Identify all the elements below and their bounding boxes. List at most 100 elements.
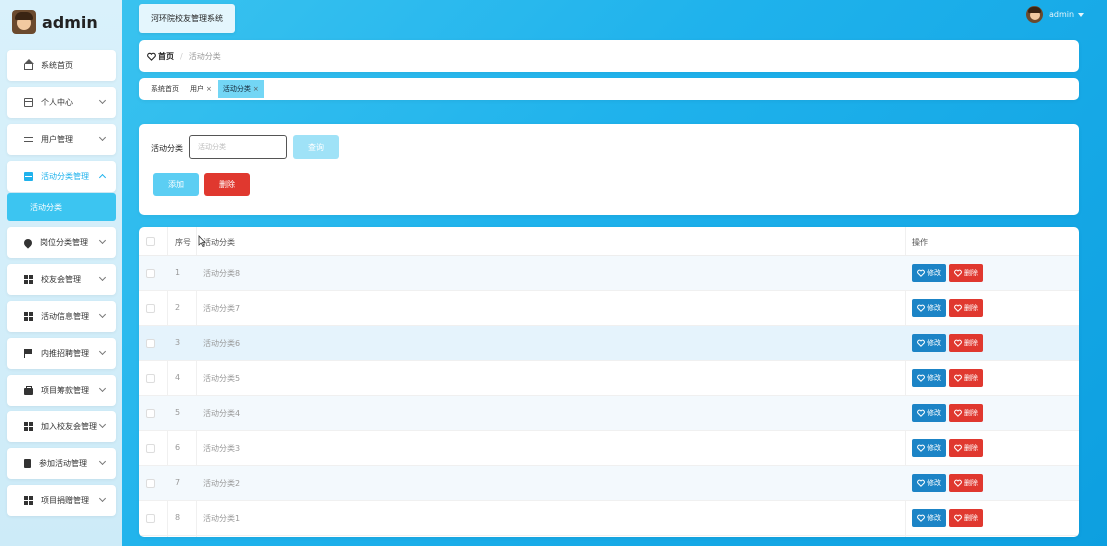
breadcrumb-home[interactable]: 首页: [147, 51, 174, 62]
chevron-down-icon: [98, 420, 107, 429]
select-all-checkbox[interactable]: [146, 237, 155, 246]
breadcrumb-separator: /: [180, 51, 183, 61]
row-category-name: 活动分类4: [203, 409, 241, 418]
delete-button[interactable]: 删除: [949, 474, 983, 492]
sidebar-item-label: 岗位分类管理: [40, 238, 88, 247]
tag-user[interactable]: 用户 ×: [185, 80, 217, 98]
sidebar-subitem-activity-category[interactable]: 活动分类: [7, 193, 116, 221]
tag-label: 用户: [190, 85, 204, 93]
heart-icon: [917, 479, 925, 487]
edit-button[interactable]: 修改: [912, 474, 946, 492]
grid-icon: [24, 312, 33, 321]
edit-button[interactable]: 修改: [912, 509, 946, 527]
sidebar-item-personal-center[interactable]: 个人中心: [7, 87, 116, 118]
table-row[interactable]: 5 活动分类4 修改 删除: [139, 396, 1079, 431]
tag-activity-category[interactable]: 活动分类 ×: [217, 80, 264, 98]
chevron-down-icon: [98, 236, 107, 245]
avatar: [12, 10, 36, 34]
heart-icon: [917, 339, 925, 347]
flag-icon: [24, 349, 33, 358]
edit-button[interactable]: 修改: [912, 369, 946, 387]
sidebar-item-fundraising-management[interactable]: 项目筹款管理: [7, 375, 116, 406]
row-index: 4: [175, 373, 181, 382]
sidebar-item-home[interactable]: 系统首页: [7, 50, 116, 81]
sidebar-item-label: 校友会管理: [41, 275, 81, 284]
heart-icon: [917, 444, 925, 452]
data-table: 序号 活动分类 操作 1 活动分类8 修改 删除 2 活动分类7 修改 删除 3 活动分类6 修改删…: [139, 227, 1079, 537]
tag-label: 活动分类: [222, 85, 251, 93]
sidebar-item-activity-info-management[interactable]: 活动信息管理: [7, 301, 116, 332]
tag-home[interactable]: 系统首页: [146, 80, 184, 98]
table-row[interactable]: 3 活动分类6 修改 删除: [139, 326, 1079, 361]
edit-button[interactable]: 修改: [912, 334, 946, 352]
chevron-down-icon: [98, 494, 107, 503]
heart-icon: [917, 374, 925, 382]
sidebar-item-donation-management[interactable]: 项目捐赠管理: [7, 485, 116, 516]
table-row[interactable]: 8 活动分类1 修改 删除: [139, 501, 1079, 536]
delete-button[interactable]: 删除: [949, 439, 983, 457]
column-header-actions: 操作: [912, 238, 928, 247]
table-row[interactable]: 4 活动分类5 修改 删除: [139, 361, 1079, 396]
delete-label: 删除: [964, 444, 978, 452]
row-category-name: 活动分类2: [203, 479, 241, 488]
search-input[interactable]: 活动分类: [189, 135, 287, 159]
query-button[interactable]: 查询: [293, 135, 339, 159]
sidebar-item-label: 参加活动管理: [39, 459, 87, 468]
sidebar-item-referral-recruitment-management[interactable]: 内推招聘管理: [7, 338, 116, 369]
row-checkbox[interactable]: [146, 479, 155, 488]
sidebar-item-user-management[interactable]: 用户管理: [7, 124, 116, 155]
heart-icon: [954, 304, 962, 312]
edit-label: 修改: [927, 304, 941, 312]
heart-icon: [917, 269, 925, 277]
row-index: 1: [175, 268, 181, 277]
heart-icon: [954, 444, 962, 452]
delete-button[interactable]: 删除: [949, 299, 983, 317]
user-menu[interactable]: admin: [1026, 6, 1085, 23]
row-checkbox[interactable]: [146, 409, 155, 418]
close-icon[interactable]: ×: [206, 85, 212, 93]
edit-button[interactable]: 修改: [912, 299, 946, 317]
delete-button[interactable]: 删除: [949, 334, 983, 352]
delete-button[interactable]: 删除: [949, 264, 983, 282]
tag-bar: 系统首页 用户 × 活动分类 ×: [139, 78, 1079, 100]
row-checkbox[interactable]: [146, 269, 155, 278]
heart-icon: [954, 269, 962, 277]
sidebar-item-label: 内推招聘管理: [41, 349, 89, 358]
delete-button[interactable]: 删除: [949, 404, 983, 422]
heart-icon: [954, 374, 962, 382]
book-icon: [24, 172, 33, 181]
row-checkbox[interactable]: [146, 514, 155, 523]
row-index: 2: [175, 303, 181, 312]
row-checkbox[interactable]: [146, 339, 155, 348]
edit-button[interactable]: 修改: [912, 264, 946, 282]
chevron-down-icon: [98, 273, 107, 282]
sidebar-item-label: 系统首页: [41, 61, 73, 70]
clipboard-icon: [24, 459, 31, 468]
edit-button[interactable]: 修改: [912, 439, 946, 457]
sidebar-item-join-alumni-management[interactable]: 加入校友会管理: [7, 411, 116, 442]
grid-icon: [24, 275, 33, 284]
heart-icon: [917, 304, 925, 312]
row-checkbox[interactable]: [146, 374, 155, 383]
row-checkbox[interactable]: [146, 444, 155, 453]
batch-delete-button[interactable]: 删除: [204, 173, 250, 196]
sidebar-item-position-category-management[interactable]: 岗位分类管理: [7, 227, 116, 258]
edit-button[interactable]: 修改: [912, 404, 946, 422]
delete-label: 删除: [964, 269, 978, 277]
row-checkbox[interactable]: [146, 304, 155, 313]
table-row[interactable]: 6 活动分类3 修改 删除: [139, 431, 1079, 466]
sidebar-item-activity-category-management[interactable]: 活动分类管理: [7, 161, 116, 192]
sidebar-item-alumni-association-management[interactable]: 校友会管理: [7, 264, 116, 295]
delete-button[interactable]: 删除: [949, 509, 983, 527]
sidebar-item-join-activity-management[interactable]: 参加活动管理: [7, 448, 116, 479]
add-button[interactable]: 添加: [153, 173, 199, 196]
row-category-name: 活动分类8: [203, 269, 241, 278]
table-row[interactable]: 2 活动分类7 修改 删除: [139, 291, 1079, 326]
search-panel: 活动分类 活动分类 查询 添加 删除: [139, 124, 1079, 215]
table-row[interactable]: 7 活动分类2 修改 删除: [139, 466, 1079, 501]
delete-button[interactable]: 删除: [949, 369, 983, 387]
chevron-down-icon: [98, 96, 107, 105]
chevron-down-icon: [98, 347, 107, 356]
table-row[interactable]: 1 活动分类8 修改 删除: [139, 256, 1079, 291]
close-icon[interactable]: ×: [253, 85, 259, 93]
